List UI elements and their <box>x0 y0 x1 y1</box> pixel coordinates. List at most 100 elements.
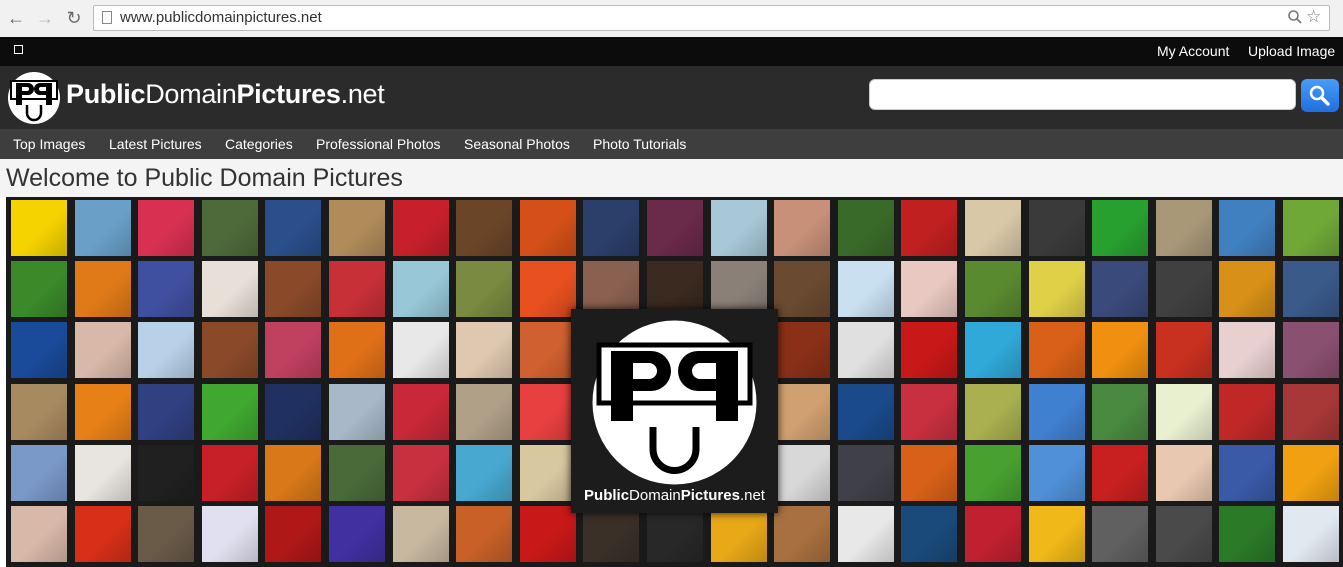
thumbnail-image[interactable] <box>1029 445 1085 501</box>
square-icon[interactable] <box>14 45 23 54</box>
thumbnail-image[interactable] <box>265 261 321 317</box>
thumbnail-image[interactable] <box>456 506 512 562</box>
thumbnail-image[interactable] <box>1219 506 1275 562</box>
thumbnail-image[interactable] <box>138 261 194 317</box>
thumbnail-image[interactable] <box>1219 322 1275 378</box>
thumbnail-image[interactable] <box>838 261 894 317</box>
thumbnail-image[interactable] <box>711 506 767 562</box>
thumbnail-image[interactable] <box>456 200 512 256</box>
thumbnail-image[interactable] <box>1029 322 1085 378</box>
thumbnail-image[interactable] <box>202 322 258 378</box>
thumbnail-image[interactable] <box>901 322 957 378</box>
menu-top-images[interactable]: Top Images <box>13 136 85 152</box>
menu-professional-photos[interactable]: Professional Photos <box>316 136 441 152</box>
thumbnail-image[interactable] <box>202 384 258 440</box>
bookmark-star-icon[interactable]: ☆ <box>1306 8 1324 26</box>
thumbnail-image[interactable] <box>774 506 830 562</box>
thumbnail-image[interactable] <box>647 200 703 256</box>
thumbnail-image[interactable] <box>774 445 830 501</box>
thumbnail-image[interactable] <box>1156 506 1212 562</box>
thumbnail-image[interactable] <box>393 261 449 317</box>
thumbnail-image[interactable] <box>1092 322 1148 378</box>
thumbnail-image[interactable] <box>965 384 1021 440</box>
thumbnail-image[interactable] <box>202 200 258 256</box>
search-button[interactable] <box>1301 79 1339 112</box>
menu-seasonal-photos[interactable]: Seasonal Photos <box>464 136 570 152</box>
thumbnail-image[interactable] <box>901 384 957 440</box>
thumbnail-image[interactable] <box>901 445 957 501</box>
thumbnail-image[interactable] <box>456 384 512 440</box>
thumbnail-image[interactable] <box>1029 506 1085 562</box>
thumbnail-image[interactable] <box>75 445 131 501</box>
thumbnail-image[interactable] <box>1029 261 1085 317</box>
thumbnail-image[interactable] <box>1283 200 1339 256</box>
thumbnail-image[interactable] <box>838 384 894 440</box>
thumbnail-image[interactable] <box>11 322 67 378</box>
thumbnail-image[interactable] <box>1283 384 1339 440</box>
upload-image-link[interactable]: Upload Image <box>1248 43 1335 59</box>
thumbnail-image[interactable] <box>1156 261 1212 317</box>
thumbnail-image[interactable] <box>520 445 576 501</box>
thumbnail-image[interactable] <box>1219 200 1275 256</box>
reload-icon[interactable]: ↻ <box>64 8 84 28</box>
thumbnail-image[interactable] <box>1092 200 1148 256</box>
thumbnail-image[interactable] <box>138 200 194 256</box>
thumbnail-image[interactable] <box>393 384 449 440</box>
thumbnail-image[interactable] <box>1092 506 1148 562</box>
thumbnail-image[interactable] <box>1283 322 1339 378</box>
thumbnail-image[interactable] <box>965 261 1021 317</box>
thumbnail-image[interactable] <box>202 506 258 562</box>
thumbnail-image[interactable] <box>265 445 321 501</box>
menu-categories[interactable]: Categories <box>225 136 293 152</box>
thumbnail-image[interactable] <box>838 506 894 562</box>
forward-arrow-icon[interactable]: → <box>35 8 55 28</box>
url-text[interactable]: www.publicdomainpictures.net <box>120 9 322 26</box>
site-logo-text[interactable]: PublicDomainPictures.net <box>66 79 385 110</box>
thumbnail-image[interactable] <box>1092 445 1148 501</box>
thumbnail-image[interactable] <box>75 322 131 378</box>
logo-face-icon[interactable] <box>7 71 61 125</box>
thumbnail-image[interactable] <box>75 384 131 440</box>
thumbnail-image[interactable] <box>329 445 385 501</box>
thumbnail-image[interactable] <box>265 384 321 440</box>
thumbnail-image[interactable] <box>520 506 576 562</box>
thumbnail-image[interactable] <box>329 261 385 317</box>
thumbnail-image[interactable] <box>520 200 576 256</box>
thumbnail-image[interactable] <box>202 445 258 501</box>
thumbnail-image[interactable] <box>393 322 449 378</box>
thumbnail-image[interactable] <box>1283 445 1339 501</box>
thumbnail-image[interactable] <box>265 322 321 378</box>
thumbnail-image[interactable] <box>965 506 1021 562</box>
thumbnail-image[interactable] <box>1283 261 1339 317</box>
thumbnail-image[interactable] <box>75 200 131 256</box>
thumbnail-image[interactable] <box>11 261 67 317</box>
search-input[interactable] <box>869 79 1296 110</box>
thumbnail-image[interactable] <box>774 200 830 256</box>
thumbnail-image[interactable] <box>1092 384 1148 440</box>
thumbnail-image[interactable] <box>838 322 894 378</box>
thumbnail-image[interactable] <box>1219 261 1275 317</box>
menu-photo-tutorials[interactable]: Photo Tutorials <box>593 136 686 152</box>
thumbnail-image[interactable] <box>138 506 194 562</box>
thumbnail-image[interactable] <box>774 261 830 317</box>
thumbnail-image[interactable] <box>393 445 449 501</box>
thumbnail-image[interactable] <box>965 200 1021 256</box>
thumbnail-image[interactable] <box>1092 261 1148 317</box>
thumbnail-image[interactable] <box>711 200 767 256</box>
thumbnail-image[interactable] <box>1219 384 1275 440</box>
thumbnail-image[interactable] <box>393 506 449 562</box>
my-account-link[interactable]: My Account <box>1157 43 1229 59</box>
thumbnail-image[interactable] <box>11 200 67 256</box>
back-arrow-icon[interactable]: ← <box>6 8 26 28</box>
thumbnail-image[interactable] <box>1219 445 1275 501</box>
thumbnail-image[interactable] <box>1156 200 1212 256</box>
thumbnail-image[interactable] <box>838 445 894 501</box>
thumbnail-image[interactable] <box>456 261 512 317</box>
thumbnail-image[interactable] <box>647 506 703 562</box>
thumbnail-image[interactable] <box>901 506 957 562</box>
thumbnail-image[interactable] <box>329 322 385 378</box>
thumbnail-image[interactable] <box>1156 322 1212 378</box>
thumbnail-image[interactable] <box>138 384 194 440</box>
thumbnail-image[interactable] <box>11 445 67 501</box>
thumbnail-image[interactable] <box>774 322 830 378</box>
